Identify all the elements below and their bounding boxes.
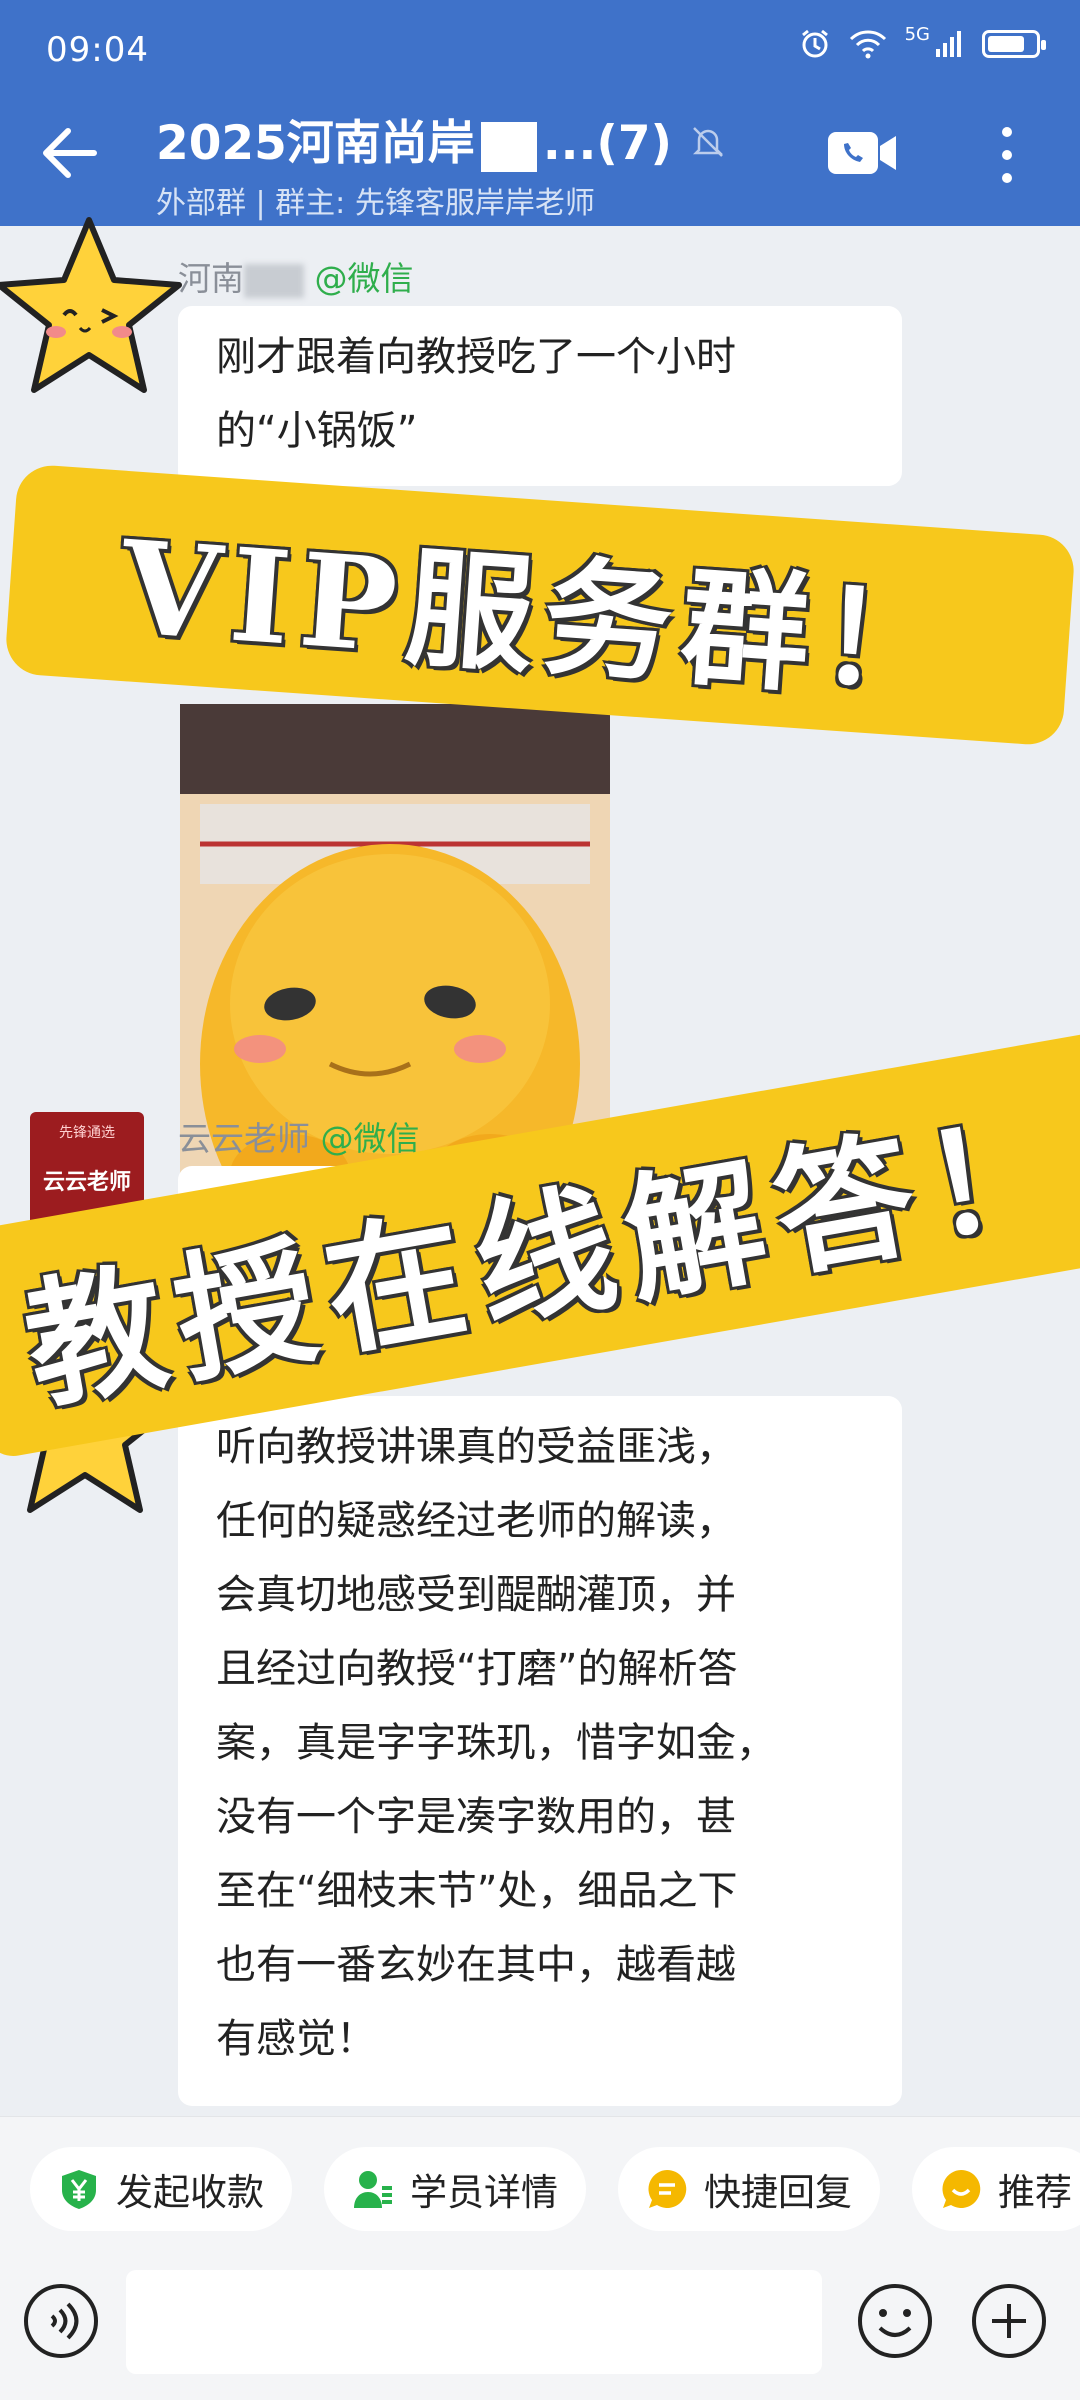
signal-icon <box>936 31 961 57</box>
voice-input-icon[interactable] <box>22 2282 100 2360</box>
student-icon <box>354 2171 392 2208</box>
title-prefix: 2025河南尚岸 <box>156 116 475 171</box>
payment-icon <box>62 2170 96 2209</box>
status-time: 09:04 <box>46 30 149 70</box>
quick-actions-bar[interactable]: 发起收款 学员详情 快捷回复 推荐 <box>0 2116 1080 2267</box>
avatar-text: 云云老师 <box>42 1169 131 1195</box>
message-bubble[interactable]: 听向教授讲课真的受益匪浅， 任何的疑惑经过老师的解读， 会真切地感受到醍醐灌顶，… <box>178 1396 902 2106</box>
mute-bell-icon <box>692 127 724 157</box>
alarm-icon <box>801 29 828 58</box>
emoji-icon[interactable] <box>856 2282 934 2360</box>
add-attachment-icon[interactable] <box>970 2282 1048 2360</box>
quick-reply-icon <box>648 2169 687 2208</box>
avatar-brand: 先锋通选 <box>59 1125 115 1141</box>
back-arrow-icon[interactable] <box>36 118 106 188</box>
input-bar <box>0 2266 1080 2400</box>
recommend-icon <box>942 2169 981 2208</box>
group-title[interactable]: 2025河南尚岸 ...(7) <box>156 104 672 173</box>
sender-name: 河南 <box>178 259 244 298</box>
quick-action-reply[interactable]: 快捷回复 <box>618 2147 880 2231</box>
status-icons: 5G <box>799 24 1046 60</box>
more-options-icon[interactable] <box>995 122 1019 188</box>
group-subtitle: 外部群 | 群主: 先锋客服岸岸老师 <box>156 186 595 221</box>
message-input[interactable] <box>126 2270 822 2374</box>
sender-name: 云云老师 <box>178 1119 310 1158</box>
name-redaction <box>244 263 304 298</box>
quick-action-label: 快捷回复 <box>704 2171 852 2214</box>
message-bubble[interactable]: 刚才跟着向教授吃了一个小时 的“小锅饭” <box>178 306 902 486</box>
title-redaction <box>480 121 537 172</box>
quick-action-label: 发起收款 <box>116 2171 264 2214</box>
quick-action-payment[interactable]: 发起收款 <box>30 2147 292 2231</box>
quick-action-recommend[interactable]: 推荐 <box>912 2147 1080 2231</box>
chat-header: 09:04 5G 2025河南尚岸 ...(7) 外部群 | 群主: 先锋客服岸岸… <box>0 0 1080 226</box>
sender-source: @微信 <box>314 259 414 298</box>
sender-source: @微信 <box>320 1119 420 1158</box>
quick-action-label: 学员详情 <box>410 2171 558 2214</box>
wifi-icon <box>849 30 886 59</box>
network-type: 5G <box>904 23 930 45</box>
star-sticker-icon <box>0 217 182 393</box>
quick-action-label: 推荐 <box>998 2171 1072 2214</box>
message-sender: 河南 @微信 <box>178 252 414 300</box>
battery-icon <box>982 30 1046 58</box>
quick-action-student[interactable]: 学员详情 <box>324 2147 586 2231</box>
title-suffix: ...(7) <box>542 116 673 171</box>
message-sender: 云云老师 @微信 <box>178 1112 420 1160</box>
video-call-icon[interactable] <box>826 128 898 178</box>
